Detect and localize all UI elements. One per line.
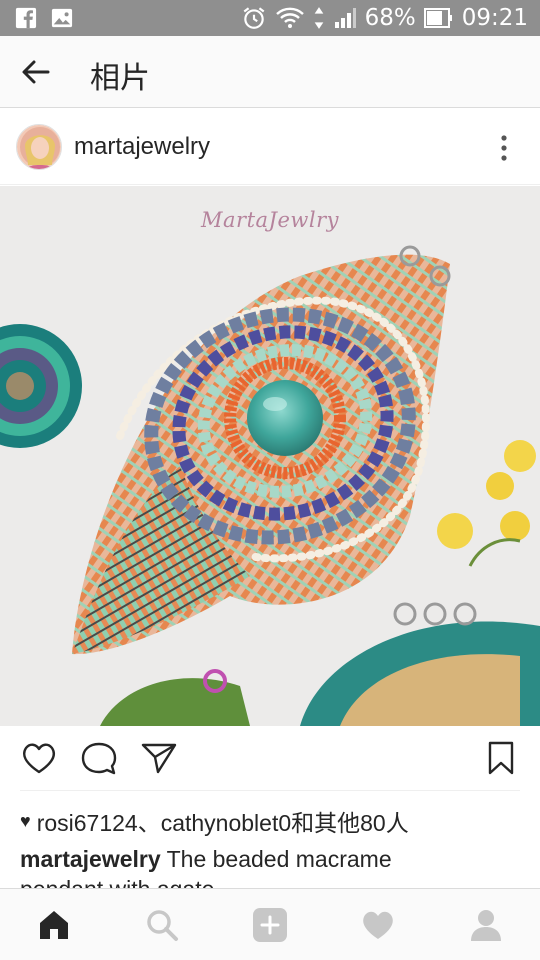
caption-text: The beaded macrame (160, 846, 392, 872)
post-username[interactable]: martajewelry (74, 133, 210, 161)
alarm-icon (243, 7, 264, 29)
battery-percent: 68% (364, 5, 416, 31)
likes-summary[interactable]: ♥ rosi67124、cathynoblet0和其他80人 (20, 804, 409, 838)
signal-icon (334, 8, 356, 28)
bookmark-icon[interactable] (482, 740, 520, 776)
app-bar: 相片 (0, 36, 540, 108)
data-arrows-icon (314, 7, 323, 29)
more-options-icon[interactable] (492, 131, 516, 165)
search-icon[interactable] (144, 907, 180, 943)
photo-watermark: MartaJewlry (201, 208, 339, 232)
wifi-icon (275, 7, 304, 28)
profile-icon[interactable] (468, 907, 504, 943)
macrame-pendant-image (0, 186, 540, 726)
post-header: martajewelry (0, 109, 540, 185)
likes-text: rosi67124、cathynoblet0和其他80人 (36, 810, 409, 836)
comment-icon[interactable] (80, 740, 118, 776)
caption-second-line: pendant with agate... (20, 876, 234, 888)
post-actions (0, 726, 540, 792)
battery-icon (423, 8, 452, 28)
gallery-icon (51, 8, 73, 28)
post-caption: martajewelry The beaded macrame pendant … (20, 844, 520, 888)
share-icon[interactable] (140, 740, 178, 776)
add-icon[interactable] (252, 907, 288, 943)
small-heart-icon: ♥ (20, 810, 31, 831)
caption-username[interactable]: martajewelry (20, 846, 161, 872)
back-arrow-icon[interactable] (18, 56, 54, 88)
avatar[interactable] (16, 124, 62, 170)
post-photo[interactable]: MartaJewlry (0, 186, 540, 726)
status-bar: 68% 09:21 (0, 0, 540, 36)
home-icon[interactable] (36, 907, 72, 943)
status-time: 09:21 (461, 5, 528, 31)
divider (20, 790, 520, 791)
activity-icon[interactable] (360, 907, 396, 943)
facebook-icon (15, 7, 37, 29)
heart-icon[interactable] (20, 740, 58, 776)
page-title: 相片 (90, 61, 150, 96)
bottom-nav (0, 888, 540, 960)
avatar-image (17, 125, 61, 169)
